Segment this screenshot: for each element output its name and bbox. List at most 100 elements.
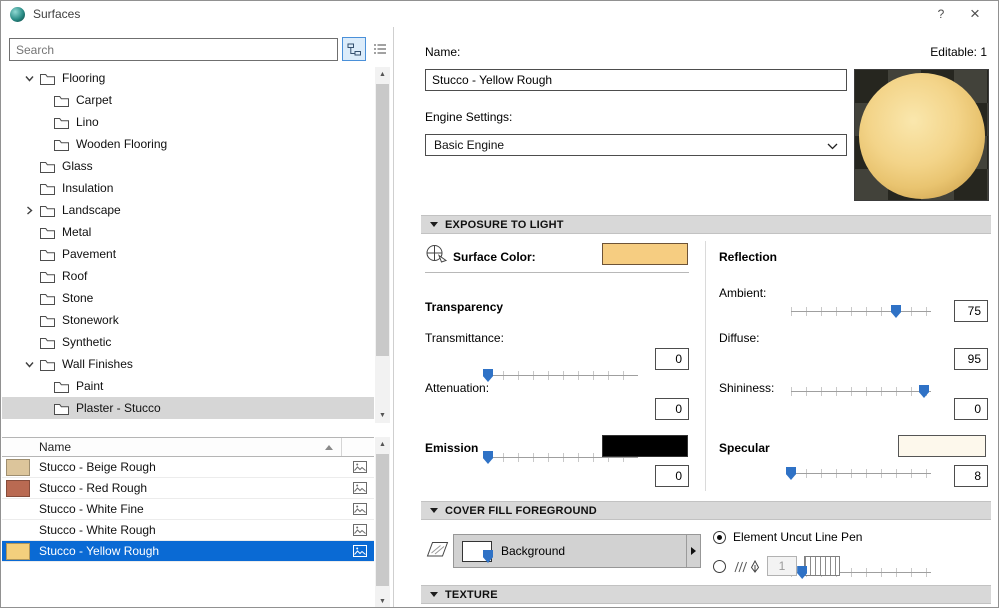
section-cover-fill-foreground[interactable]: COVER FILL FOREGROUND <box>421 501 991 520</box>
slider-thumb[interactable] <box>919 385 929 398</box>
surfaces-window: Surfaces ? × FlooringCarpetLinoWooden Fl… <box>0 0 999 608</box>
surface-item-stucco-white-fine[interactable]: Stucco - White Fine <box>2 499 374 520</box>
element-uncut-line-pen-option[interactable]: Element Uncut Line Pen <box>713 530 862 544</box>
surface-name-input[interactable] <box>425 69 847 91</box>
slider-thumb[interactable] <box>483 451 493 464</box>
chevron-down-icon[interactable] <box>22 73 36 84</box>
engine-settings-dropdown[interactable]: Basic Engine <box>425 134 847 156</box>
engine-settings-value: Basic Engine <box>434 138 504 152</box>
collapse-triangle-icon <box>430 592 438 597</box>
diffuse-value-input[interactable] <box>954 348 988 370</box>
scrollbar-thumb[interactable] <box>376 454 389 586</box>
render-preview-icon[interactable] <box>353 524 367 536</box>
pen-number-input[interactable] <box>767 556 797 576</box>
name-column-header[interactable]: Name <box>39 440 71 454</box>
list-header[interactable]: Name <box>2 437 374 457</box>
render-preview-icon[interactable] <box>353 482 367 494</box>
chevron-right-icon[interactable] <box>22 205 36 216</box>
scroll-down-icon[interactable]: ▼ <box>375 408 390 423</box>
surface-item-stucco-red-rough[interactable]: Stucco - Red Rough <box>2 478 374 499</box>
help-button[interactable]: ? <box>924 2 958 26</box>
tree-item-flooring[interactable]: Flooring <box>2 67 374 89</box>
surface-color-label: Surface Color: <box>453 250 536 264</box>
slider-thumb[interactable] <box>891 305 901 318</box>
tree-view-button[interactable] <box>342 37 366 61</box>
custom-pen-option[interactable] <box>713 556 840 576</box>
list-view-button[interactable] <box>368 37 392 61</box>
shininess-value-input[interactable] <box>954 398 988 420</box>
chevron-down-icon[interactable] <box>22 359 36 370</box>
surface-color-icon <box>425 243 448 267</box>
surface-color-divider <box>425 272 689 273</box>
tree-item-stone[interactable]: Stone <box>2 287 374 309</box>
ambient-value-input[interactable] <box>954 300 988 322</box>
transmittance-value-input[interactable] <box>655 348 689 370</box>
name-label: Name: <box>425 45 460 59</box>
surface-color-swatch <box>6 543 30 560</box>
tree-item-plaster-stucco[interactable]: Plaster - Stucco <box>2 397 374 419</box>
render-preview-icon[interactable] <box>353 461 367 473</box>
diffuse-slider[interactable] <box>791 383 931 399</box>
shininess-slider[interactable] <box>791 465 931 481</box>
tree-item-synthetic[interactable]: Synthetic <box>2 331 374 353</box>
scrollbar-thumb[interactable] <box>376 84 389 356</box>
folder-icon <box>39 358 56 371</box>
submenu-arrow-icon <box>691 547 696 555</box>
close-button[interactable]: × <box>958 2 992 26</box>
surface-item-stucco-beige-rough[interactable]: Stucco - Beige Rough <box>2 457 374 478</box>
collapse-triangle-icon <box>430 222 438 227</box>
tree-item-paint[interactable]: Paint <box>2 375 374 397</box>
scroll-up-icon[interactable]: ▲ <box>375 437 390 452</box>
section-exposure-to-light[interactable]: EXPOSURE TO LIGHT <box>421 215 991 234</box>
search-input[interactable] <box>9 38 338 61</box>
tree-item-label: Roof <box>62 269 87 283</box>
tree-item-carpet[interactable]: Carpet <box>2 89 374 111</box>
tree-item-label: Plaster - Stucco <box>76 401 161 415</box>
transmittance-label: Transmittance: <box>425 331 504 345</box>
scroll-down-icon[interactable]: ▼ <box>375 594 390 608</box>
render-preview-icon[interactable] <box>353 503 367 515</box>
attenuation-value-input[interactable] <box>655 398 689 420</box>
cover-fill-icon <box>425 539 450 563</box>
tree-item-insulation[interactable]: Insulation <box>2 177 374 199</box>
element-uncut-label: Element Uncut Line Pen <box>733 530 862 544</box>
tree-item-metal[interactable]: Metal <box>2 221 374 243</box>
ambient-slider[interactable] <box>791 303 931 319</box>
surface-item-label: Stucco - White Fine <box>39 502 144 516</box>
surface-item-stucco-white-rough[interactable]: Stucco - White Rough <box>2 520 374 541</box>
tree-item-wooden-flooring[interactable]: Wooden Flooring <box>2 133 374 155</box>
pen-nib-icon <box>750 560 760 573</box>
element-uncut-radio[interactable] <box>713 531 726 544</box>
list-scrollbar[interactable]: ▲ ▼ <box>375 437 390 608</box>
tree-item-roof[interactable]: Roof <box>2 265 374 287</box>
diffuse-label: Diffuse: <box>719 331 759 345</box>
tree-scrollbar[interactable]: ▲ ▼ <box>375 67 390 423</box>
surface-color-swatch[interactable] <box>602 243 688 265</box>
slider-thumb[interactable] <box>786 467 796 480</box>
emission-color-swatch[interactable] <box>602 435 688 457</box>
pen-pattern-swatch[interactable] <box>804 556 840 576</box>
engine-settings-label: Engine Settings: <box>425 110 512 124</box>
transmittance-slider[interactable] <box>488 367 638 383</box>
surface-item-stucco-yellow-rough[interactable]: Stucco - Yellow Rough <box>2 541 374 562</box>
tree-item-wall-finishes[interactable]: Wall Finishes <box>2 353 374 375</box>
tree-item-landscape[interactable]: Landscape <box>2 199 374 221</box>
column-divider <box>705 241 706 491</box>
scroll-up-icon[interactable]: ▲ <box>375 67 390 82</box>
render-preview-icon[interactable] <box>353 545 367 557</box>
slider-thumb[interactable] <box>797 566 807 579</box>
folder-icon <box>39 292 56 305</box>
tree-item-pavement[interactable]: Pavement <box>2 243 374 265</box>
submenu-arrow-zone[interactable] <box>686 535 700 567</box>
tree-item-glass[interactable]: Glass <box>2 155 374 177</box>
tree-item-stonework[interactable]: Stonework <box>2 309 374 331</box>
surface-preview[interactable] <box>854 69 989 201</box>
specular-value-input[interactable] <box>954 465 988 487</box>
specular-color-swatch[interactable] <box>898 435 986 457</box>
emission-value-input[interactable] <box>655 465 689 487</box>
tree-item-label: Metal <box>62 225 91 239</box>
section-texture[interactable]: TEXTURE <box>421 585 991 604</box>
folder-icon <box>39 336 56 349</box>
custom-pen-radio[interactable] <box>713 560 726 573</box>
tree-item-lino[interactable]: Lino <box>2 111 374 133</box>
